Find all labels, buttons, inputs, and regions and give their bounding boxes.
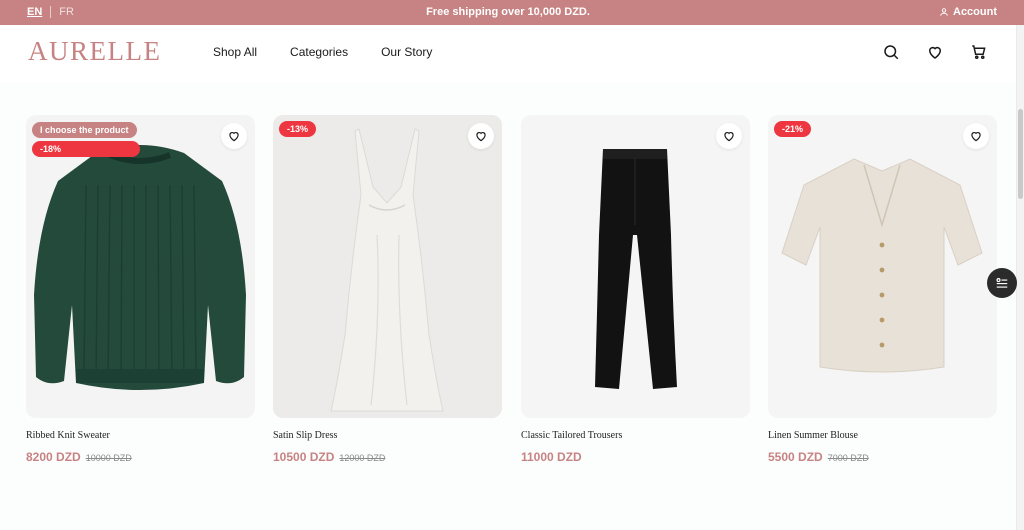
wishlist-button[interactable] — [963, 123, 989, 149]
product-name[interactable]: Classic Tailored Trousers — [521, 430, 750, 441]
product-name[interactable]: Linen Summer Blouse — [768, 430, 997, 441]
product-card[interactable]: I choose the product -18% Ribbed Knit Sw… — [26, 115, 255, 464]
wishlist-button[interactable] — [221, 123, 247, 149]
heart-icon — [476, 132, 486, 142]
discount-badge: -13% — [279, 121, 317, 137]
nav-our-story[interactable]: Our Story — [381, 45, 432, 59]
main-nav: Shop All Categories Our Story — [213, 45, 432, 59]
product-image[interactable]: I choose the product -18% — [26, 115, 255, 418]
floating-filter-button[interactable] — [987, 268, 1017, 298]
product-name[interactable]: Satin Slip Dress — [273, 430, 502, 441]
heart-icon[interactable] — [926, 43, 944, 61]
wishlist-button[interactable] — [716, 123, 742, 149]
user-icon — [940, 8, 948, 16]
product-card[interactable]: Classic Tailored Trousers 11000 DZD — [521, 115, 750, 464]
product-old-price: 10000 DZD — [85, 453, 132, 463]
product-prices: 8200 DZD 10000 DZD — [26, 450, 255, 464]
blouse-image — [781, 158, 983, 373]
discount-badge: -21% — [774, 121, 812, 137]
scrollbar-thumb[interactable] — [1018, 109, 1023, 199]
product-price: 10500 DZD — [273, 450, 335, 464]
product-card[interactable]: -21% Linen Summer Blouse 5500 DZD 7000 D… — [768, 115, 997, 464]
cart-icon[interactable] — [970, 43, 988, 61]
choose-product-badge[interactable]: I choose the product — [32, 122, 137, 138]
discount-badge: -18% — [32, 141, 140, 157]
product-prices: 5500 DZD 7000 DZD — [768, 450, 997, 464]
header-icons — [882, 43, 988, 61]
product-price: 8200 DZD — [26, 450, 81, 464]
account-link[interactable]: Account — [939, 6, 997, 18]
product-name[interactable]: Ribbed Knit Sweater — [26, 430, 255, 441]
dress-image — [330, 128, 444, 412]
product-image[interactable] — [521, 115, 750, 418]
shipping-message: Free shipping over 10,000 DZD. — [426, 6, 590, 18]
product-prices: 10500 DZD 12000 DZD — [273, 450, 502, 464]
nav-categories[interactable]: Categories — [290, 45, 348, 59]
site-header: AURELLE Shop All Categories Our Story — [0, 25, 1024, 83]
trousers-image — [595, 149, 677, 389]
product-image[interactable]: -13% — [273, 115, 502, 418]
sweater-image — [34, 145, 246, 390]
product-prices: 11000 DZD — [521, 450, 750, 464]
account-label: Account — [953, 6, 997, 18]
heart-icon — [229, 132, 239, 142]
page-scrollbar[interactable] — [1016, 25, 1024, 530]
product-image[interactable]: -21% — [768, 115, 997, 418]
product-card[interactable]: -13% Satin Slip Dress 10500 DZD 12000 DZ… — [273, 115, 502, 464]
product-price: 11000 DZD — [521, 450, 582, 464]
brand-logo[interactable]: AURELLE — [28, 36, 161, 67]
heart-icon — [724, 132, 734, 142]
product-old-price: 12000 DZD — [339, 453, 386, 463]
search-icon[interactable] — [882, 43, 900, 61]
wishlist-button[interactable] — [468, 123, 494, 149]
nav-shop-all[interactable]: Shop All — [213, 45, 257, 59]
announcement-bar: EN FR Free shipping over 10,000 DZD. Acc… — [0, 0, 1024, 25]
product-price: 5500 DZD — [768, 450, 823, 464]
heart-icon — [971, 132, 981, 142]
filter-icon — [996, 278, 1008, 288]
product-old-price: 7000 DZD — [827, 453, 869, 463]
